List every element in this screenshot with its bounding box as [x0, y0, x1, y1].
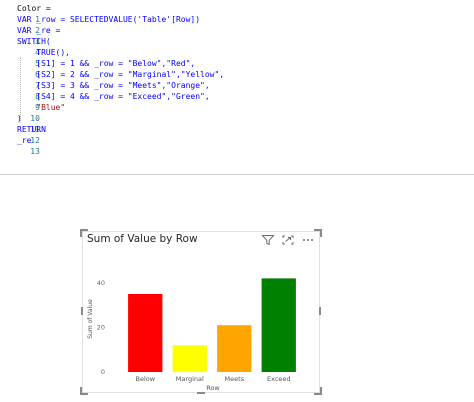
- code-text: ): [17, 114, 22, 123]
- y-tick-label: 0: [101, 368, 105, 376]
- x-tick-label: Below: [136, 375, 156, 383]
- code-text: [S1] = 1 && _row = "Below","Red",: [17, 59, 196, 68]
- code-line[interactable]: 13 _re: [0, 135, 474, 156]
- code-text: [S2] = 2 && _row = "Marginal","Yellow",: [17, 70, 225, 79]
- bar-chart: Sum of Value Row 0 20 40 Below Marginal Meet…: [87, 278, 296, 392]
- code-text: [S4] = 4 && _row = "Exceed","Green",: [17, 92, 210, 101]
- code-line[interactable]: 5 TRUE(),: [0, 47, 474, 68]
- x-tick-label: Exceed: [267, 375, 291, 383]
- code-line[interactable]: 9 [S4] = 4 && _row = "Exceed","Green",: [0, 91, 474, 112]
- y-tick-label: 40: [97, 279, 105, 287]
- bar-marginal[interactable]: [172, 345, 207, 373]
- code-text: _re: [17, 136, 32, 145]
- x-axis: Below Marginal Meets Exceed: [136, 375, 291, 383]
- code-text: Color =: [17, 4, 51, 13]
- resize-handle[interactable]: [197, 392, 205, 394]
- code-text: VAR _re =: [17, 26, 61, 35]
- dax-formula-editor[interactable]: 1 Color = 2 VAR _row = SELECTEDVALUE('Ta…: [0, 0, 474, 175]
- code-line[interactable]: 3 VAR _re =: [0, 25, 474, 46]
- resize-handle[interactable]: [319, 307, 321, 315]
- code-line[interactable]: 12 RETURN: [0, 124, 474, 145]
- bar-below[interactable]: [128, 294, 163, 372]
- code-line[interactable]: 2 VAR _row = SELECTEDVALUE('Table'[Row]): [0, 14, 474, 35]
- code-line[interactable]: 8 [S3] = 3 && _row = "Meets","Orange",: [0, 80, 474, 101]
- x-tick-label: Meets: [225, 375, 245, 383]
- x-axis-title: Row: [206, 384, 220, 392]
- code-text: TRUE(),: [17, 48, 70, 57]
- code-line[interactable]: 11 ): [0, 113, 474, 134]
- code-text: "Blue": [17, 103, 66, 112]
- code-text: VAR _row = SELECTEDVALUE('Table'[Row]): [17, 15, 201, 24]
- page: 1 Color = 2 VAR _row = SELECTEDVALUE('Ta…: [0, 0, 474, 402]
- code-line[interactable]: 6 [S1] = 1 && _row = "Below","Red",: [0, 58, 474, 79]
- y-axis-title: Sum of Value: [87, 299, 94, 339]
- x-tick-label: Marginal: [176, 375, 204, 383]
- bar-series: [128, 278, 296, 373]
- code-text: SWITCH(: [17, 37, 51, 46]
- code-line[interactable]: 1 Color =: [0, 3, 474, 24]
- code-text: RETURN: [17, 125, 46, 134]
- code-line[interactable]: 4 SWITCH(: [0, 36, 474, 57]
- bar-exceed[interactable]: [261, 278, 296, 372]
- y-tick-label: 20: [97, 323, 105, 331]
- code-line[interactable]: 7 [S2] = 2 && _row = "Marginal","Yellow"…: [0, 69, 474, 90]
- y-axis: 0 20 40: [97, 279, 105, 376]
- code-text: [S3] = 3 && _row = "Meets","Orange",: [17, 81, 210, 90]
- bar-chart-visual[interactable]: Sum of Value by Row Sum of Value Row 0 20…: [80, 229, 322, 395]
- bar-meets[interactable]: [217, 325, 252, 372]
- code-line[interactable]: 10 "Blue": [0, 102, 474, 123]
- line-number: 13: [30, 147, 40, 156]
